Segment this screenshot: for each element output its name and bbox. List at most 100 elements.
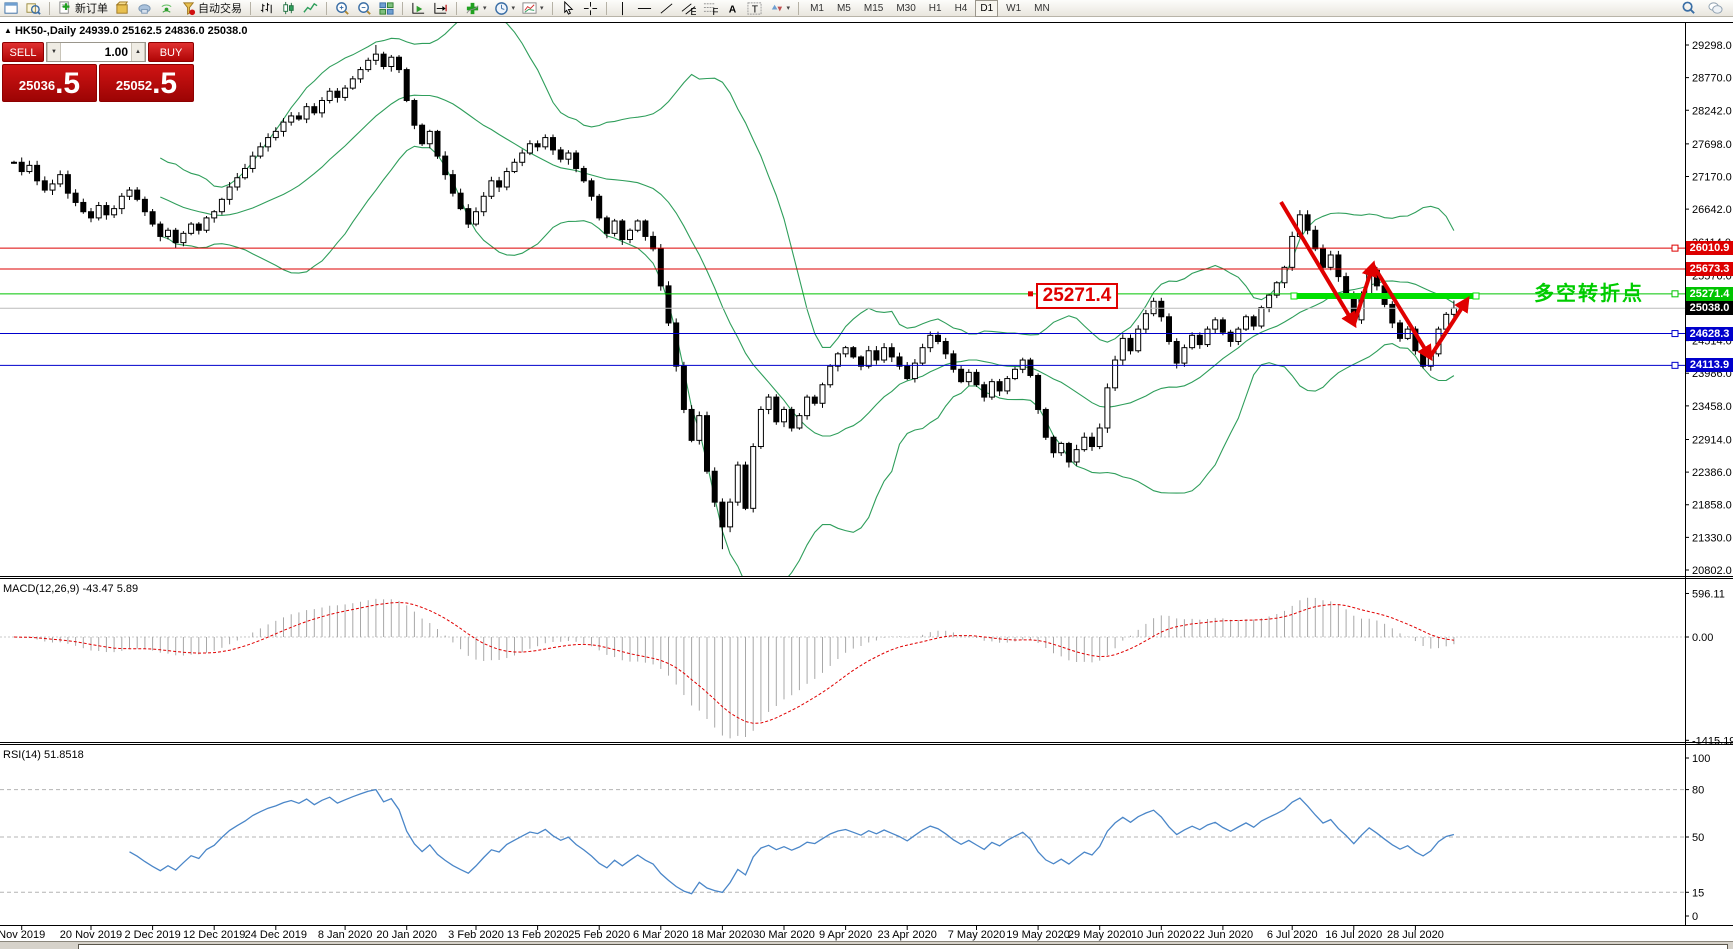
chart-shift-icon[interactable]: [431, 1, 450, 16]
line-handle[interactable]: [1672, 331, 1678, 337]
buy-price-pip: .5: [152, 69, 177, 99]
callout-anchor-handle[interactable]: [1028, 291, 1033, 296]
dropdown-arrow-icon[interactable]: ▾: [540, 4, 544, 12]
vertical-line-icon[interactable]: [613, 1, 632, 16]
templates-icon[interactable]: ▾: [520, 1, 546, 16]
price-axis-tick: 28242.0: [1692, 105, 1732, 117]
crosshair-icon[interactable]: [581, 1, 600, 16]
main-chart-panel: [0, 9, 1685, 591]
volume-up-button[interactable]: ▲: [131, 43, 145, 61]
vline-glyph: [615, 1, 630, 16]
zoom-out-icon[interactable]: [355, 1, 374, 16]
dropdown-arrow-icon[interactable]: ▾: [483, 4, 487, 12]
virtual-hosting-icon[interactable]: [135, 1, 154, 16]
text-label-glyph: T: [747, 1, 762, 16]
fibonacci-icon[interactable]: F: [701, 1, 720, 16]
buy-price-display[interactable]: 25052.5: [99, 64, 194, 102]
chart-canvas[interactable]: 29298.028770.028242.027698.027170.026642…: [0, 0, 1733, 949]
new-order-button[interactable]: 新订单: [56, 1, 110, 16]
zoom-in-icon[interactable]: [333, 1, 352, 16]
text-label-icon[interactable]: T: [745, 1, 764, 16]
rsi-axis-tick: 15: [1692, 887, 1704, 899]
timeframe-button-m1[interactable]: M1: [805, 0, 829, 17]
auto-scroll-icon[interactable]: [409, 1, 428, 16]
toolbar-separator: [552, 2, 553, 15]
date-axis-label: 13 Feb 2020: [507, 929, 569, 941]
line-handle[interactable]: [1672, 362, 1678, 368]
timeframe-button-mn[interactable]: MN: [1029, 0, 1055, 17]
line-handle[interactable]: [1473, 293, 1479, 299]
buy-button[interactable]: BUY: [148, 42, 194, 62]
svg-text:F: F: [712, 7, 718, 16]
line-handle[interactable]: [1291, 293, 1297, 299]
dropdown-arrow-icon[interactable]: ▾: [512, 4, 516, 12]
trendline-icon[interactable]: [657, 1, 676, 16]
line-handle[interactable]: [1672, 245, 1678, 251]
svg-text:A: A: [728, 4, 736, 15]
text-a-glyph: A: [725, 1, 740, 16]
text-icon[interactable]: A: [723, 1, 742, 16]
date-axis-label: 18 Mar 2020: [692, 929, 754, 941]
chat-icon[interactable]: [1706, 1, 1725, 16]
profile-chart-icon[interactable]: [24, 1, 43, 16]
rsi-panel: [0, 790, 1685, 894]
timeframe-button-h4[interactable]: H4: [950, 0, 973, 17]
chart-window-icon[interactable]: [2, 1, 21, 16]
indicators-icon[interactable]: ▾: [463, 1, 489, 16]
arrows-icon[interactable]: ▾: [767, 1, 793, 16]
chart-tab-bar[interactable]: [78, 944, 1728, 949]
date-axis-label: 6 Jul 2020: [1267, 929, 1318, 941]
date-axis-label: Nov 2019: [0, 929, 45, 941]
bar-chart-icon[interactable]: [257, 1, 276, 16]
sell-price-display[interactable]: 25036.5: [2, 64, 97, 102]
candlestick-chart-icon[interactable]: [279, 1, 298, 16]
auto-trading-button[interactable]: 自动交易: [179, 1, 244, 16]
price-axis-tick: 20802.0: [1692, 565, 1732, 577]
macd-axis-tick: 596.11: [1692, 588, 1725, 600]
trend-arrow[interactable]: [1373, 265, 1430, 357]
timeframe-button-d1[interactable]: D1: [975, 0, 998, 17]
volume-input[interactable]: [61, 43, 131, 61]
candles-layer: [12, 45, 1457, 549]
line-handle[interactable]: [1672, 291, 1678, 297]
tile-windows-icon[interactable]: [377, 1, 396, 16]
ohlc-high: 25162.5: [122, 25, 162, 37]
line-chart-icon[interactable]: [301, 1, 320, 16]
auto-trading-button-label: 自动交易: [198, 0, 242, 16]
timeframe-button-m15[interactable]: M15: [859, 0, 888, 17]
cursor-glyph: [561, 1, 576, 16]
signals-icon[interactable]: [157, 1, 176, 16]
collapse-triangle-icon[interactable]: ▲: [4, 26, 12, 35]
periods-icon[interactable]: ▾: [492, 1, 518, 16]
volume-down-button[interactable]: ▼: [47, 43, 61, 61]
shapes-glyph: [769, 1, 784, 16]
equidistant-channel-icon[interactable]: E: [679, 1, 698, 16]
date-axis-label: 20 Nov 2019: [60, 929, 122, 941]
timeframe-button-w1[interactable]: W1: [1001, 0, 1026, 17]
price-level-tag: 25038.0: [1686, 301, 1733, 315]
dropdown-arrow-icon[interactable]: ▾: [787, 4, 791, 12]
price-axis-tick: 23458.0: [1692, 401, 1732, 413]
price-callout-box[interactable]: 25271.4: [1036, 283, 1118, 309]
date-axis-label: 8 Jan 2020: [318, 929, 372, 941]
price-level-tag: 25673.3: [1686, 262, 1733, 276]
cursor-icon[interactable]: [559, 1, 578, 16]
timeframe-button-h1[interactable]: H1: [924, 0, 947, 17]
periods-glyph: [494, 1, 509, 16]
chart-window-glyph: [4, 1, 19, 16]
timeframe-button-m5[interactable]: M5: [832, 0, 856, 17]
price-level-tag: 24113.9: [1686, 358, 1733, 372]
toolbar-separator: [606, 2, 607, 15]
timeframe-button-m30[interactable]: M30: [891, 0, 920, 17]
date-axis-label: 16 Jul 2020: [1325, 929, 1382, 941]
price-axis-tick: 22914.0: [1692, 434, 1732, 446]
zoom-in-glyph: [335, 1, 350, 16]
sell-button[interactable]: SELL: [2, 42, 44, 62]
ohlc-low: 24836.0: [165, 25, 205, 37]
new-order-glyph: [58, 1, 73, 16]
turning-point-highlight-line[interactable]: [1294, 293, 1476, 299]
horizontal-line-icon[interactable]: [635, 1, 654, 16]
turning-point-annotation[interactable]: 多空转折点: [1534, 277, 1644, 306]
download-center-icon[interactable]: [113, 1, 132, 16]
search-icon[interactable]: [1679, 1, 1698, 16]
